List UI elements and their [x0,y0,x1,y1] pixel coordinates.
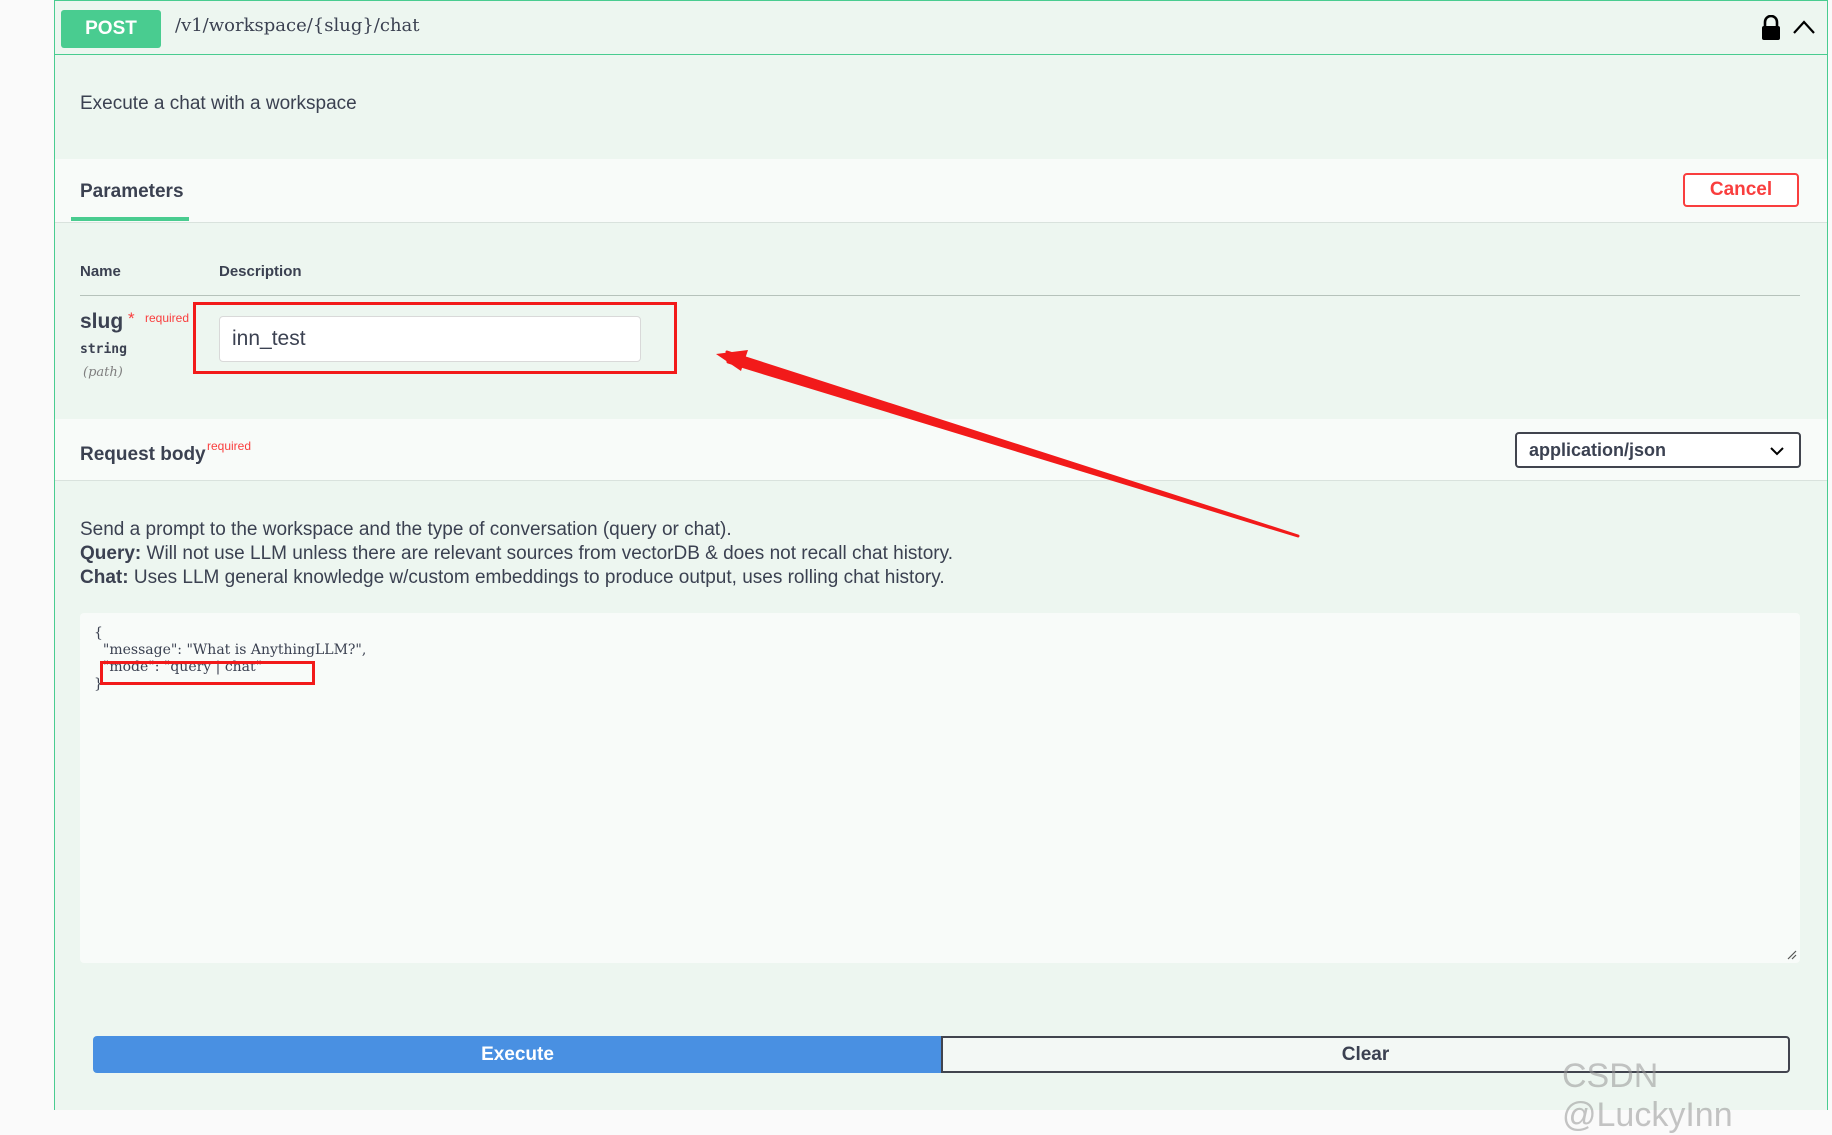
description-line: Send a prompt to the workspace and the t… [80,519,732,540]
query-text: Will not use LLM unless there are releva… [141,543,953,564]
resize-handle-icon[interactable] [1787,950,1797,960]
annotation-highlight-slug [193,302,677,374]
operation-description: Execute a chat with a workspace [80,93,357,114]
required-label: required [145,311,190,325]
param-type: string [80,342,127,357]
content-type-value: application/json [1529,440,1667,460]
chevron-up-icon[interactable] [1791,15,1817,41]
operation-block: POST /v1/workspace/{slug}/chat Execute a… [54,0,1828,1110]
header-divider [80,295,1800,296]
tab-active-indicator [71,217,189,221]
annotation-highlight-mode [100,661,315,685]
column-header-name: Name [80,263,121,280]
tab-parameters[interactable]: Parameters [80,181,184,203]
parameters-header: Parameters Cancel [55,159,1827,223]
request-body-header: Request body required application/json [55,419,1827,481]
description-line: Chat: Uses LLM general knowledge w/custo… [80,566,953,590]
endpoint-path: /v1/workspace/{slug}/chat [175,15,420,36]
content-type-select[interactable]: application/json [1515,432,1801,468]
column-header-description: Description [219,263,302,280]
operation-summary[interactable]: POST /v1/workspace/{slug}/chat [55,1,1827,55]
execute-button[interactable]: Execute [93,1036,942,1073]
required-label: required [207,439,252,453]
required-star: * [128,309,135,328]
param-name: slug [80,310,124,333]
chat-text: Uses LLM general knowledge w/custom embe… [128,567,945,588]
method-badge: POST [61,10,161,48]
chat-label: Chat: [80,567,129,588]
lock-icon[interactable] [1759,15,1783,41]
cancel-button[interactable]: Cancel [1683,173,1799,207]
description-line: Query: Will not use LLM unless there are… [80,542,953,566]
chevron-down-icon [1770,447,1784,456]
watermark: CSDN @LuckyInn [1562,1057,1733,1134]
request-body-title: Request body [80,444,206,465]
request-body-editor[interactable]: { "message": "What is AnythingLLM?", "mo… [80,613,1800,963]
query-label: Query: [80,543,142,564]
param-location: (path) [83,365,123,380]
request-body-description: Send a prompt to the workspace and the t… [80,518,953,590]
